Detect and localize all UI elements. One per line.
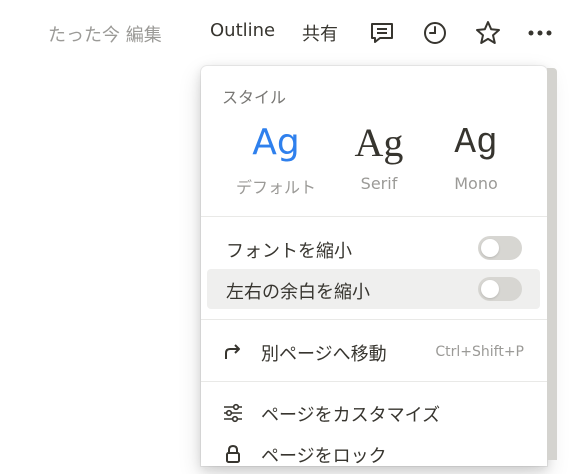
lock-page-button[interactable]: ページをロック <box>207 434 540 474</box>
style-sample-mono: Ag <box>454 122 498 163</box>
style-name-serif: Serif <box>360 174 398 193</box>
customize-page-label: ページをカスタマイズ <box>261 405 441 426</box>
divider <box>201 216 547 217</box>
style-option-default[interactable]: Ag デフォルト <box>226 120 326 198</box>
share-button[interactable]: 共有 <box>302 20 338 46</box>
divider <box>201 319 547 320</box>
full-width-toggle[interactable] <box>478 277 522 301</box>
more-icon[interactable] <box>526 19 554 47</box>
outline-button[interactable]: Outline <box>210 20 275 41</box>
top-bar: たった今 編集 Outline 共有 <box>0 0 572 66</box>
lock-icon <box>223 444 243 464</box>
style-name-default: デフォルト <box>235 178 316 197</box>
customize-page-button[interactable]: ページをカスタマイズ <box>207 393 540 433</box>
style-section-label: スタイル <box>222 88 287 107</box>
edited-status: たった今 編集 <box>48 25 162 46</box>
comment-icon[interactable] <box>368 19 396 47</box>
history-icon[interactable] <box>421 19 449 47</box>
move-to-shortcut: Ctrl+Shift+P <box>435 344 524 360</box>
move-to-button[interactable]: 別ページへ移動 Ctrl+Shift+P <box>207 332 540 372</box>
menu-scrollbar[interactable] <box>547 68 557 460</box>
toggle-knob <box>481 280 499 298</box>
style-sample-default: Ag <box>252 122 300 163</box>
lock-page-label: ページをロック <box>261 446 387 467</box>
full-width-row[interactable]: 左右の余白を縮小 <box>207 269 540 309</box>
small-text-label: フォントを縮小 <box>226 241 352 262</box>
arrow-turn-right-icon <box>223 342 243 362</box>
full-width-label: 左右の余白を縮小 <box>226 282 370 303</box>
star-icon[interactable] <box>474 19 502 47</box>
move-to-label: 別ページへ移動 <box>261 344 387 365</box>
divider <box>201 381 547 382</box>
small-text-row[interactable]: フォントを縮小 <box>207 228 540 268</box>
style-option-mono[interactable]: Ag Mono <box>426 120 526 193</box>
style-name-mono: Mono <box>454 174 498 193</box>
style-sample-serif: Ag <box>354 120 404 165</box>
small-text-toggle[interactable] <box>478 236 522 260</box>
style-option-serif[interactable]: Ag Serif <box>329 120 429 193</box>
page-options-menu: スタイル Ag デフォルト Ag Serif Ag Mono フォントを縮小 左… <box>201 66 547 467</box>
sliders-icon <box>223 403 243 423</box>
toggle-knob <box>481 239 499 257</box>
